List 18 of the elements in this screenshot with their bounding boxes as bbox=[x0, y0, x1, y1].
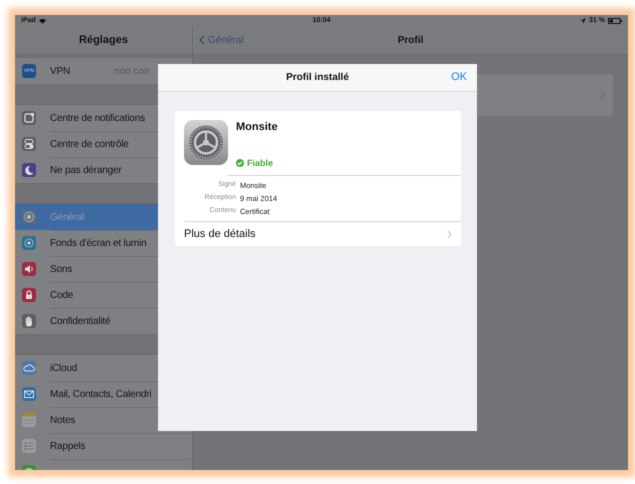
row-label: Centre de contrôle bbox=[50, 138, 129, 150]
row-label: Rappels bbox=[50, 440, 86, 452]
row-label: Centre de notifications bbox=[50, 112, 145, 124]
dialog-title: Profil installé bbox=[286, 72, 349, 83]
row-label: iCloud bbox=[50, 362, 78, 374]
row-label: Code bbox=[50, 290, 74, 300]
row-label: Fonds d'écran et lumin bbox=[50, 238, 146, 248]
sidebar-title: Réglages bbox=[79, 34, 128, 46]
row-label: Ne pas déranger bbox=[50, 164, 122, 176]
row-label: Mail, Contacts, Calendri bbox=[50, 388, 152, 400]
row-label: Confidentialité bbox=[50, 316, 110, 326]
page-title: Profil bbox=[398, 34, 424, 46]
row-label: Général bbox=[50, 212, 84, 222]
row-label: Sons bbox=[50, 264, 72, 274]
profile-name: Monsite bbox=[236, 121, 278, 133]
row-label: VPN bbox=[50, 66, 70, 76]
trust-status: Fiable bbox=[247, 158, 274, 168]
row-label: Notes bbox=[50, 414, 76, 426]
